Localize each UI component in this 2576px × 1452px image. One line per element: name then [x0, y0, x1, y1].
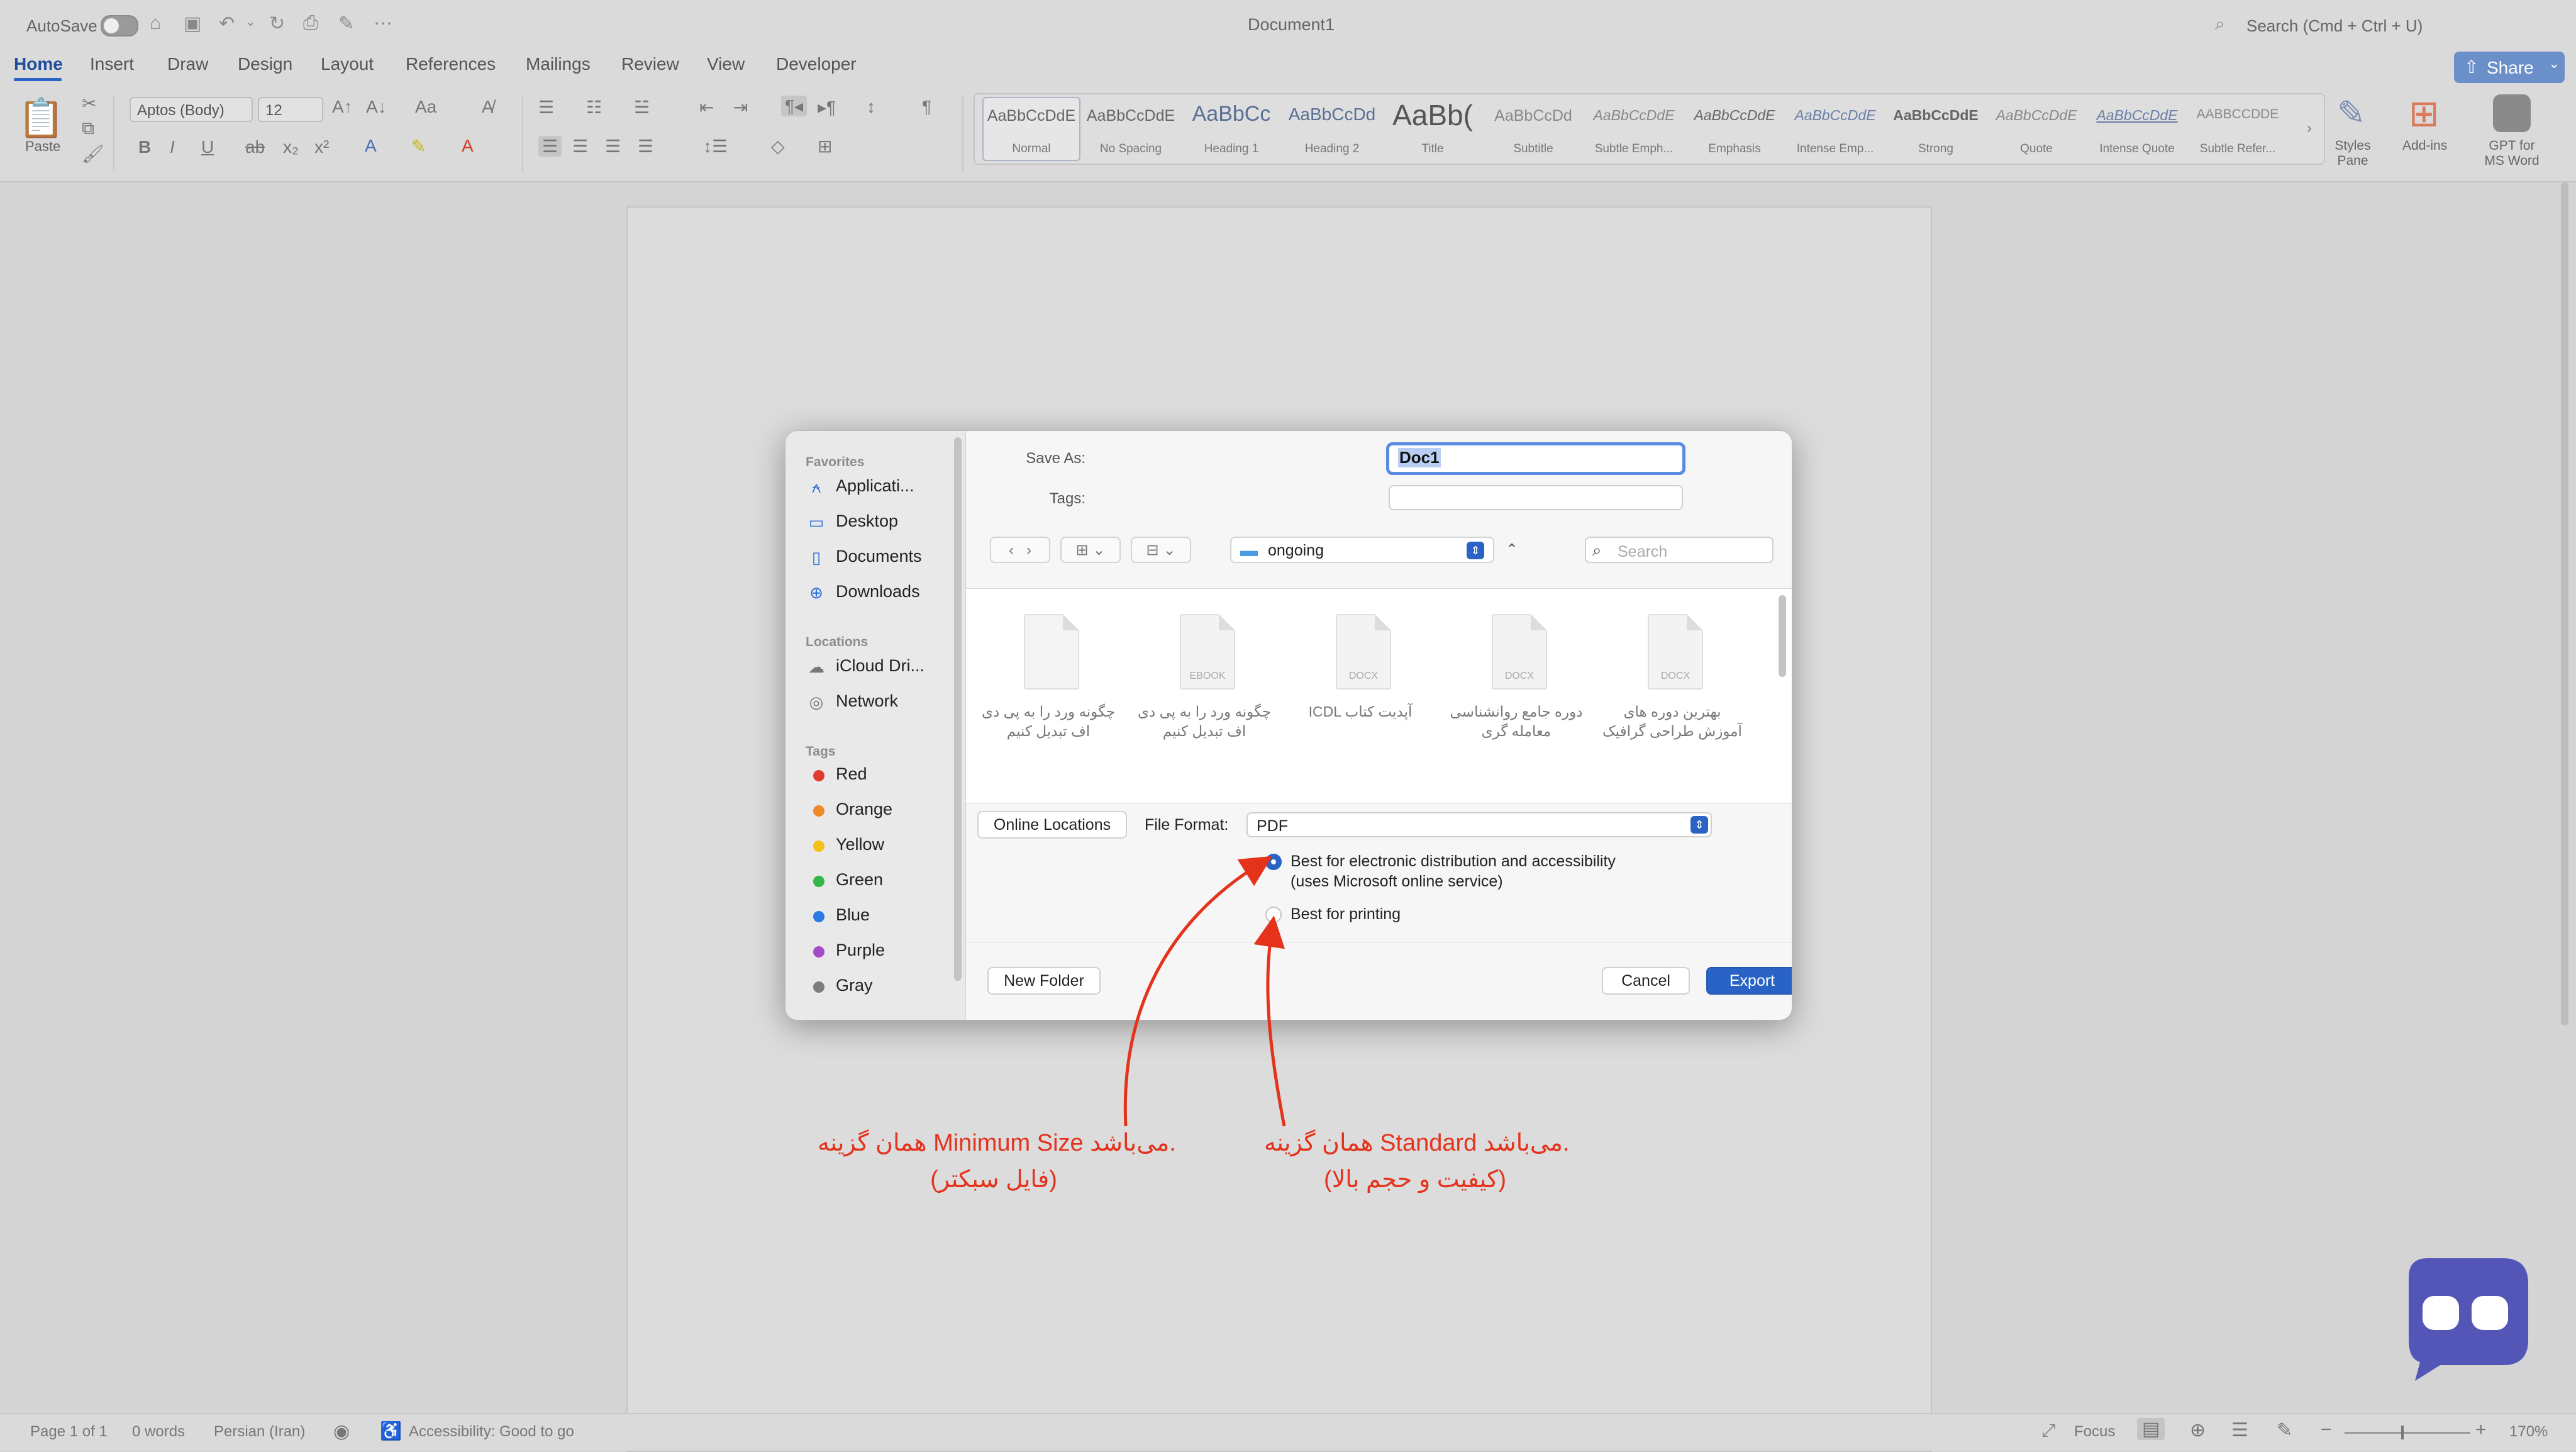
zoom-level[interactable]: 170% — [2509, 1423, 2548, 1441]
arrow-to-printing-option — [1253, 915, 1286, 1127]
focus-icon[interactable]: ⤢ — [2041, 1421, 2055, 1441]
page-count[interactable]: Page 1 of 1 — [30, 1423, 108, 1441]
annotation-arrows — [1123, 856, 1286, 1127]
language-status[interactable]: Persian (Iran) — [214, 1423, 305, 1441]
zoom-out-icon[interactable]: − — [2321, 1419, 2332, 1441]
annotation-left-line1: همان گزینه Minimum Size می‌باشد. — [818, 1130, 1176, 1156]
draft-icon[interactable]: ✎ — [2277, 1419, 2292, 1441]
status-bar: Page 1 of 1 0 words Persian (Iran) ◉ ♿ A… — [0, 1413, 2576, 1451]
accessibility-status[interactable]: Accessibility: Good to go — [409, 1423, 574, 1441]
watermark-logo-icon — [2409, 1258, 2528, 1381]
word-count[interactable]: 0 words — [132, 1423, 185, 1441]
zoom-slider-handle[interactable] — [2401, 1426, 2404, 1439]
annotation-minimum-size: همان گزینه Minimum Size می‌باشد. (فایل س… — [818, 1125, 1176, 1198]
print-layout-icon[interactable]: ▤ — [2137, 1418, 2165, 1440]
macro-record-icon[interactable]: ◉ — [333, 1421, 350, 1443]
arrow-to-electronic-option — [1123, 856, 1273, 1127]
web-layout-icon[interactable]: ⊕ — [2190, 1419, 2206, 1441]
annotation-right-line1: همان گزینه Standard می‌باشد. — [1264, 1130, 1570, 1156]
annotation-left-line2: (فایل سبکتر) — [930, 1166, 1057, 1193]
outline-icon[interactable]: ☰ — [2231, 1419, 2248, 1441]
zoom-slider[interactable] — [2345, 1432, 2470, 1434]
focus-label[interactable]: Focus — [2074, 1423, 2115, 1441]
zoom-in-icon[interactable]: + — [2475, 1419, 2487, 1441]
accessibility-icon: ♿ — [380, 1421, 402, 1441]
annotation-standard: همان گزینه Standard می‌باشد. (کیفیت و حج… — [1264, 1125, 1570, 1198]
annotation-right-line2: (کیفیت و حجم بالا) — [1323, 1166, 1507, 1193]
